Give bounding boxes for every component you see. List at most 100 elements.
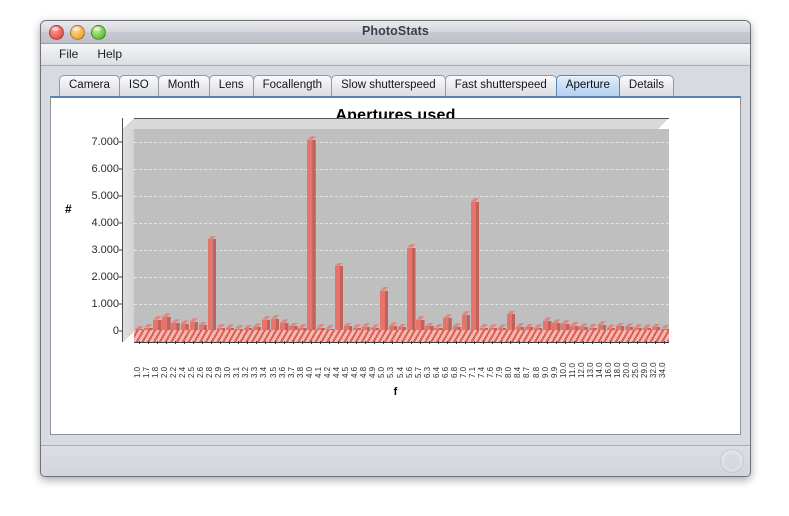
x-tick-label: 9.0 — [540, 366, 550, 378]
bar-side-face — [212, 239, 216, 331]
plot-box-3d — [122, 118, 670, 342]
tab-slow-shutterspeed[interactable]: Slow shutterspeed — [331, 75, 446, 96]
x-tick-label: 5.6 — [404, 366, 414, 378]
bar-side-face — [312, 139, 316, 331]
x-tick-mark — [256, 341, 258, 344]
tab-details[interactable]: Details — [618, 75, 675, 96]
x-tick-label: 1.7 — [141, 366, 151, 378]
x-tick-mark — [637, 341, 639, 344]
x-tick-mark — [510, 341, 512, 344]
x-tick-mark — [365, 341, 367, 344]
x-tick-label: 12.0 — [576, 362, 586, 378]
resize-grip-icon[interactable] — [720, 449, 744, 473]
bar — [162, 313, 171, 331]
x-tick-label: 3.7 — [286, 366, 296, 378]
bar-side-face — [475, 201, 479, 331]
x-tick-mark — [328, 341, 330, 344]
x-tick-mark — [646, 341, 648, 344]
x-tick-label: 3.4 — [259, 366, 269, 378]
x-tick-label: 6.4 — [431, 366, 441, 378]
y-tick-label: 2.000 — [91, 271, 119, 284]
x-tick-label: 16.0 — [604, 362, 614, 378]
window-titlebar[interactable]: PhotoStats — [41, 21, 750, 44]
tab-aperture[interactable]: Aperture — [555, 75, 620, 96]
x-tick-label: 3.8 — [295, 366, 305, 378]
x-tick-mark — [501, 341, 503, 344]
x-tick-mark — [192, 341, 194, 344]
x-tick-label: 4.2 — [322, 366, 332, 378]
x-tick-mark — [347, 341, 349, 344]
x-tick-mark — [247, 341, 249, 344]
x-tick-label: 8.7 — [522, 366, 532, 378]
bar-side-face — [167, 317, 171, 331]
x-tick-mark — [301, 341, 303, 344]
bar — [207, 235, 217, 331]
x-tick-mark — [174, 341, 176, 344]
bar — [470, 198, 479, 331]
y-tick-label: 5.000 — [91, 190, 119, 203]
x-tick-label: 2.6 — [196, 366, 205, 378]
x-tick-mark — [156, 341, 158, 344]
tab-iso[interactable]: ISO — [118, 75, 159, 96]
x-tick-mark — [600, 341, 602, 344]
menu-item-help[interactable]: Help — [88, 46, 131, 63]
menu-item-file[interactable]: File — [50, 46, 87, 63]
x-tick-mark — [464, 341, 466, 344]
tab-lens[interactable]: Lens — [208, 75, 254, 96]
x-tick-mark — [419, 341, 421, 344]
bar-series — [134, 129, 670, 331]
x-tick-mark — [555, 341, 557, 344]
bar-side-face — [339, 266, 343, 331]
x-tick-mark — [274, 341, 276, 344]
x-tick-mark — [492, 341, 494, 344]
y-tick-label: 4.000 — [91, 217, 119, 230]
x-tick-mark — [537, 341, 539, 344]
tab-camera[interactable]: Camera — [59, 75, 120, 96]
bar-front-face — [506, 314, 512, 331]
bar-front-face — [407, 247, 412, 331]
x-tick-mark — [292, 341, 294, 344]
x-tick-mark — [356, 341, 358, 344]
desktop-background: PhotoStats File Help Camera ISO Month Lens F… — [0, 0, 789, 516]
bar — [407, 243, 416, 331]
y-tick-label: 3.000 — [91, 244, 119, 257]
x-tick-mark — [437, 341, 439, 344]
x-tick-mark — [147, 341, 149, 344]
x-tick-mark — [610, 341, 612, 344]
x-tick-label: 4.0 — [304, 366, 314, 378]
x-tick-mark — [319, 341, 321, 344]
x-tick-mark — [229, 341, 231, 344]
bar — [461, 311, 470, 331]
x-tick-mark — [428, 341, 430, 344]
tab-fast-shutterspeed[interactable]: Fast shutterspeed — [444, 75, 557, 96]
bar — [334, 262, 343, 331]
x-tick-mark — [410, 341, 412, 344]
x-axis-label: f — [393, 386, 398, 398]
x-tick-mark — [220, 341, 222, 344]
tab-focallength[interactable]: Focallength — [252, 75, 333, 96]
x-tick-label: 2.4 — [177, 366, 187, 378]
x-tick-mark — [455, 341, 457, 344]
x-tick-mark — [183, 341, 185, 344]
x-tick-label: 20.0 — [622, 362, 632, 378]
x-tick-label: 4.4 — [332, 366, 342, 378]
menu-bar: File Help — [41, 44, 750, 66]
bar-side-face — [466, 314, 470, 331]
bar — [506, 310, 516, 331]
x-tick-mark — [528, 341, 530, 344]
window-title: PhotoStats — [362, 24, 429, 38]
chart-panel: Apertures used # 0 1.000 2.000 3.000 4.000 5.… — [50, 96, 741, 435]
y-axis-ticks: 0 1.000 2.000 3.000 4.000 5.000 6.000 7.000 — [75, 118, 123, 338]
bar-front-face — [307, 139, 313, 331]
x-tick-mark — [374, 341, 376, 344]
plot-area: # 0 1.000 2.000 3.000 4.000 5.000 6.000 7.000 1… — [51, 98, 740, 434]
x-tick-mark — [392, 341, 394, 344]
tab-month[interactable]: Month — [157, 75, 210, 96]
x-tick-label: 7.0 — [458, 366, 468, 378]
x-tick-mark — [655, 341, 657, 344]
x-tick-mark — [564, 341, 566, 344]
x-tick-mark — [619, 341, 621, 344]
bar-front-face — [207, 239, 213, 331]
x-tick-mark — [165, 341, 167, 344]
x-tick-label: 6.6 — [440, 366, 450, 378]
